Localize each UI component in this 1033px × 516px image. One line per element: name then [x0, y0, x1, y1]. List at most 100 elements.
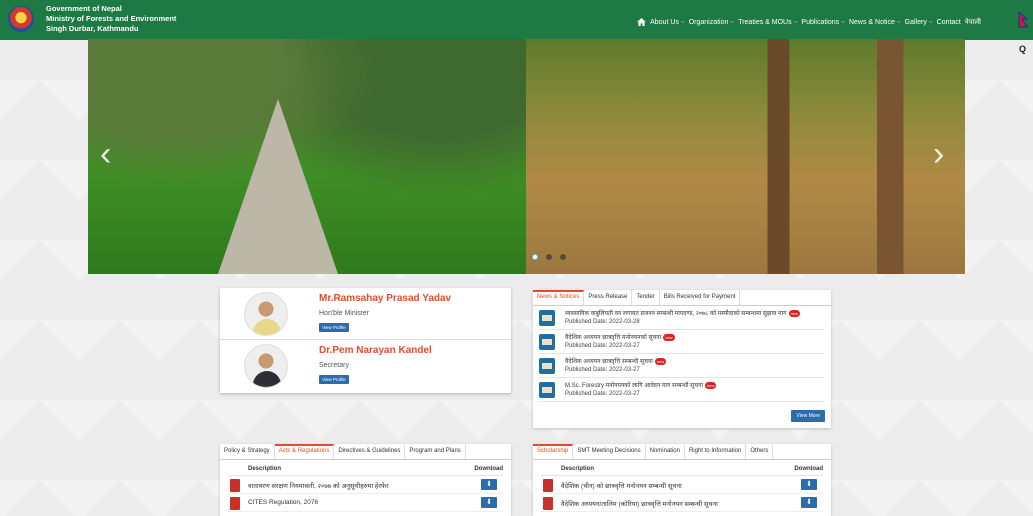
view-profile-button[interactable]: View Profile — [319, 375, 349, 384]
news-panel: News & Notices Press Release Tender Bill… — [533, 290, 831, 428]
download-button[interactable]: ⬇ — [801, 479, 817, 490]
tab-scholarship[interactable]: Scholarship — [533, 444, 574, 459]
col-download: Download — [794, 466, 823, 472]
news-thumbnail-icon — [539, 310, 555, 326]
nav-organization[interactable]: Organization ⌵ — [689, 19, 735, 26]
list-item[interactable]: वैदेशिक अध्ययन छात्रवृत्ति मनोनयनको सूचन… — [539, 330, 825, 354]
new-badge: new — [654, 357, 667, 365]
chevron-down-icon: ⌵ — [928, 19, 933, 25]
nepal-emblem-logo[interactable] — [8, 6, 34, 32]
tab-policy-strategy[interactable]: Policy & Strategy — [220, 444, 275, 459]
slider-prev-icon[interactable]: ‹ — [100, 134, 120, 174]
tab-tender[interactable]: Tender — [632, 290, 660, 305]
download-button[interactable]: ⬇ — [481, 479, 497, 490]
slider-dot[interactable] — [532, 254, 538, 260]
tab-nomination[interactable]: Nomination — [646, 444, 685, 459]
chevron-down-icon: ⌵ — [680, 19, 685, 25]
document-title[interactable]: वैदेशिक (चीन) को छात्रवृत्ति मनोनयन सम्ब… — [561, 481, 682, 490]
scholarship-panel: Scholarship SMT Meeting Decisions Nomina… — [533, 444, 831, 516]
chevron-down-icon: ⌵ — [730, 19, 735, 25]
acts-panel: Policy & Strategy Acts & Regulations Dir… — [220, 444, 511, 516]
view-more-button[interactable]: View More — [791, 410, 825, 422]
col-description: Description — [248, 466, 282, 472]
slider-next-icon[interactable]: › — [933, 134, 953, 174]
nav-news-notice[interactable]: News & Notice ⌵ — [849, 19, 901, 26]
tab-news-notices[interactable]: News & Notices — [533, 290, 585, 305]
list-item[interactable]: वैदेशिक अध्ययन छात्रवृत्ति सम्बन्धी सूचन… — [539, 354, 825, 378]
official-name: Mr.Ramsahay Prasad Yadav — [319, 293, 452, 304]
slider-dots — [532, 254, 566, 260]
news-date: Published Date: 2022-03-27 — [565, 367, 640, 373]
table-row: वैदेशिक (चीन) को छात्रवृत्ति मनोनयन सम्ब… — [541, 476, 823, 494]
col-download: Download — [474, 466, 503, 472]
tab-press-release[interactable]: Press Release — [584, 290, 633, 305]
chevron-down-icon: ⌵ — [896, 19, 901, 25]
view-profile-button[interactable]: View Profile — [319, 323, 349, 332]
col-description: Description — [561, 466, 595, 472]
nursery-path — [218, 99, 338, 274]
official-role: Secretary — [319, 362, 349, 369]
gov-line: Government of Nepal — [46, 4, 122, 13]
pdf-icon — [230, 479, 240, 492]
slide-nursery-image — [88, 39, 526, 274]
document-title[interactable]: वैदेशिक अध्ययन/तालिम (कोरिया) छात्रवृत्त… — [561, 499, 718, 508]
search-icon[interactable]: Q — [1019, 44, 1029, 54]
download-button[interactable]: ⬇ — [481, 497, 497, 508]
document-title[interactable]: वातावरण संरक्षण नियमावली, २०७७ को अनुसूच… — [248, 481, 389, 490]
news-title[interactable]: M.Sc. Forestry मनोनयनको लागि आवेदन माग स… — [565, 383, 703, 389]
nav-language-nepali[interactable]: नेपाली — [965, 18, 981, 27]
tab-right-to-information[interactable]: Right to Information — [685, 444, 747, 459]
acts-tabs: Policy & Strategy Acts & Regulations Dir… — [220, 444, 511, 460]
table-header: Description Download — [541, 462, 823, 476]
scholarship-tabs: Scholarship SMT Meeting Decisions Nomina… — [533, 444, 831, 460]
news-thumbnail-icon — [539, 358, 555, 374]
tab-smt-meeting[interactable]: SMT Meeting Decisions — [573, 444, 646, 459]
chevron-down-icon: ⌵ — [841, 19, 845, 25]
nepal-flag-icon — [1018, 12, 1028, 28]
ministry-title[interactable]: Government of Nepal Ministry of Forests … — [46, 4, 176, 34]
nav-gallery[interactable]: Gallery ⌵ — [905, 19, 933, 26]
avatar — [244, 344, 288, 388]
news-thumbnail-icon — [539, 334, 555, 350]
official-role: Hon'ble Minister — [319, 310, 369, 317]
official-secretary: Dr.Pem Narayan Kandel Secretary View Pro… — [220, 340, 511, 392]
news-title[interactable]: व्यवसायिक कबुलियती वन लगायत प्रजनन सम्बन… — [565, 311, 787, 317]
official-minister: Mr.Ramsahay Prasad Yadav Hon'ble Ministe… — [220, 288, 511, 340]
table-header: Description Download — [228, 462, 503, 476]
nav-contact[interactable]: Contact — [937, 19, 961, 26]
official-name: Dr.Pem Narayan Kandel — [319, 345, 432, 356]
pdf-icon — [543, 479, 553, 492]
main-nav: About Us ⌵ Organization ⌵ Treaties & MOUs ⌵… — [637, 16, 981, 28]
tab-program-plans[interactable]: Program and Plans — [405, 444, 466, 459]
avatar — [244, 292, 288, 336]
nav-publications[interactable]: Publications ⌵ — [801, 19, 845, 26]
officials-card: Mr.Ramsahay Prasad Yadav Hon'ble Ministe… — [220, 288, 511, 393]
news-thumbnail-icon — [539, 382, 555, 398]
news-tabs: News & Notices Press Release Tender Bill… — [533, 290, 831, 306]
tab-directives-guidelines[interactable]: Directives & Guidelines — [334, 444, 406, 459]
new-badge: new — [788, 309, 800, 317]
new-badge: new — [663, 333, 675, 341]
tab-others[interactable]: Others — [746, 444, 774, 459]
slider-dot[interactable] — [546, 254, 552, 260]
news-date: Published Date: 2022-03-27 — [565, 391, 640, 397]
table-row: वैदेशिक अध्ययन/तालिम (कोरिया) छात्रवृत्त… — [541, 494, 823, 512]
pdf-icon — [230, 497, 240, 510]
nav-about-us[interactable]: About Us ⌵ — [650, 19, 685, 26]
nav-treaties[interactable]: Treaties & MOUs ⌵ — [738, 19, 797, 26]
news-title[interactable]: वैदेशिक अध्ययन छात्रवृत्ति सम्बन्धी सूचन… — [565, 359, 653, 365]
document-title[interactable]: CITES Regulation, 2076 — [248, 499, 318, 506]
table-row: वातावरण संरक्षण नियमावली, २०७७ को अनुसूच… — [228, 476, 503, 494]
hero-slider: ‹ › — [88, 39, 965, 274]
tab-bills-received[interactable]: Bills Received for Payment — [660, 290, 741, 305]
news-title[interactable]: वैदेशिक अध्ययन छात्रवृत्ति मनोनयनको सूचन… — [565, 335, 661, 341]
download-button[interactable]: ⬇ — [801, 497, 817, 508]
list-item[interactable]: M.Sc. Forestry मनोनयनको लागि आवेदन माग स… — [539, 378, 825, 402]
new-badge: new — [704, 381, 717, 389]
home-icon[interactable] — [637, 18, 647, 26]
slider-dot[interactable] — [560, 254, 566, 260]
list-item[interactable]: व्यवसायिक कबुलियती वन लगायत प्रजनन सम्बन… — [539, 306, 825, 330]
tab-acts-regulations[interactable]: Acts & Regulations — [274, 444, 335, 459]
address-line: Singh Durbar, Kathmandu — [46, 24, 139, 33]
pdf-icon — [543, 497, 553, 510]
